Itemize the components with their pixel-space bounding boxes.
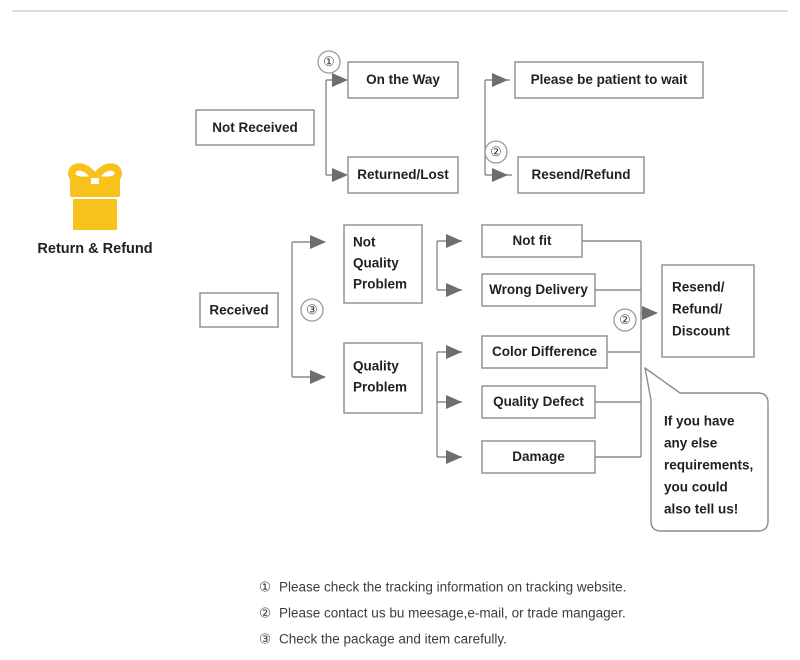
- note-3-text: Check the package and item carefully.: [279, 632, 507, 647]
- notes-list: ① Please check the tracking information …: [259, 580, 626, 647]
- arrowhead-to-color-difference: [446, 345, 462, 359]
- note-item-2: ② Please contact us bu meesage,e-mail, o…: [259, 606, 626, 621]
- arrowhead-to-wrong-delivery: [446, 283, 462, 297]
- node-quality-problem-line-1: Quality: [353, 359, 399, 374]
- node-not-quality-problem-line-2: Quality: [353, 256, 399, 271]
- bubble-line-4: you could: [664, 480, 728, 495]
- node-color-difference-label: Color Difference: [492, 344, 598, 359]
- note-item-1: ① Please check the tracking information …: [259, 580, 626, 595]
- speech-bubble: If you have any else requirements, you c…: [644, 367, 769, 532]
- node-quality-problem-line-2: Problem: [353, 380, 407, 395]
- node-not-received[interactable]: Not Received: [195, 109, 315, 146]
- node-returned-lost[interactable]: Returned/Lost: [347, 156, 459, 194]
- note-item-3: ③ Check the package and item carefully.: [259, 632, 507, 647]
- marker-3-received: ③: [300, 298, 324, 322]
- node-quality-problem[interactable]: Quality Problem: [343, 342, 423, 414]
- arrowhead-to-on-the-way: [332, 73, 348, 87]
- node-wrong-delivery[interactable]: Wrong Delivery: [481, 273, 596, 307]
- note-2-marker: ②: [259, 606, 271, 621]
- bubble-line-5: also tell us!: [664, 502, 738, 517]
- node-damage-label: Damage: [512, 449, 565, 464]
- node-received[interactable]: Received: [199, 292, 279, 328]
- node-not-fit-label: Not fit: [513, 233, 552, 248]
- node-received-label: Received: [209, 303, 268, 318]
- marker-1-not-received: ①: [317, 50, 341, 74]
- node-please-be-patient-label: Please be patient to wait: [531, 72, 688, 87]
- arrowhead-to-be-patient: [492, 73, 508, 87]
- node-please-be-patient[interactable]: Please be patient to wait: [514, 61, 704, 99]
- node-returned-lost-label: Returned/Lost: [357, 167, 449, 182]
- node-outcome-line-2: Refund/: [672, 302, 722, 317]
- node-not-quality-problem-line-1: Not: [353, 235, 376, 250]
- node-wrong-delivery-label: Wrong Delivery: [489, 282, 588, 297]
- bubble-line-1: If you have: [664, 414, 735, 429]
- gift-box-icon: [68, 163, 122, 230]
- flowchart-canvas: Return & Refund Not Received ① On the Wa…: [12, 10, 788, 647]
- marker-2-top: ②: [484, 140, 508, 164]
- node-not-fit[interactable]: Not fit: [481, 224, 583, 258]
- node-resend-refund-label: Resend/Refund: [531, 167, 630, 182]
- node-outcome-line-1: Resend/: [672, 280, 725, 295]
- node-outcome-line-3: Discount: [672, 324, 730, 339]
- marker-3-label: ③: [306, 302, 318, 317]
- arrowhead-to-damage: [446, 450, 462, 464]
- arrowhead-to-not-fit: [446, 234, 462, 248]
- arrowhead-to-returned-lost: [332, 168, 348, 182]
- node-quality-defect[interactable]: Quality Defect: [481, 385, 596, 419]
- node-on-the-way[interactable]: On the Way: [347, 61, 459, 99]
- node-not-quality-problem-line-3: Problem: [353, 277, 407, 292]
- node-quality-defect-label: Quality Defect: [493, 394, 584, 409]
- icon-caption: Return & Refund: [37, 241, 152, 257]
- node-on-the-way-label: On the Way: [366, 72, 440, 87]
- node-resend-refund[interactable]: Resend/Refund: [517, 156, 645, 194]
- node-color-difference[interactable]: Color Difference: [481, 335, 608, 369]
- marker-2-bottom: ②: [613, 308, 637, 332]
- arrowhead-to-not-quality-problem: [310, 235, 326, 249]
- arrowhead-to-outcome: [642, 306, 658, 320]
- marker-2-top-label: ②: [490, 144, 502, 159]
- note-3-marker: ③: [259, 632, 271, 647]
- bubble-line-2: any else: [664, 436, 718, 451]
- return-refund-infographic: Return & Refund Not Received ① On the Wa…: [0, 0, 800, 660]
- arrowhead-to-quality-defect: [446, 395, 462, 409]
- marker-1-label: ①: [323, 54, 335, 69]
- arrowhead-to-resend-refund: [492, 168, 508, 182]
- note-1-marker: ①: [259, 580, 271, 595]
- arrowhead-to-quality-problem: [310, 370, 326, 384]
- note-1-text: Please check the tracking information on…: [279, 580, 626, 595]
- marker-2-bottom-label: ②: [619, 312, 631, 327]
- note-2-text: Please contact us bu meesage,e-mail, or …: [279, 606, 626, 621]
- node-resend-refund-discount[interactable]: Resend/ Refund/ Discount: [661, 264, 755, 358]
- node-not-received-label: Not Received: [212, 120, 298, 135]
- node-not-quality-problem[interactable]: Not Quality Problem: [343, 224, 423, 304]
- bubble-line-3: requirements,: [664, 458, 753, 473]
- node-damage[interactable]: Damage: [481, 440, 596, 474]
